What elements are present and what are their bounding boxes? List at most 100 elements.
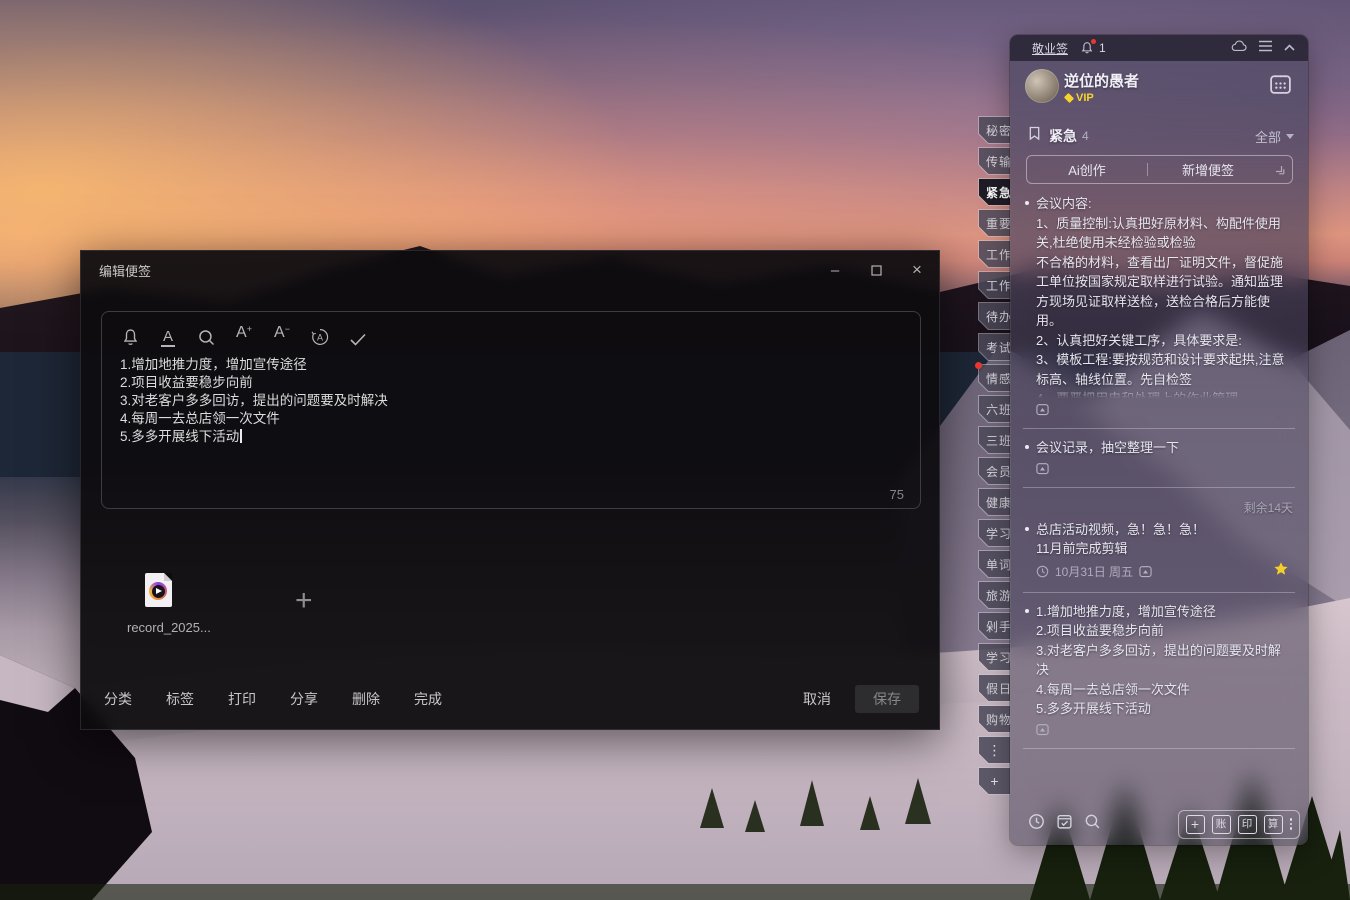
category-tab[interactable]: 学习 [978,519,1011,547]
note-item[interactable]: 剩余14天总店活动视频，急！急！急！11月前完成剪辑10月31日 周五 [1023,488,1295,590]
note-editor-line: 2.项目收益要稳步向前 [120,374,902,392]
print-button[interactable]: 打印 [228,689,256,709]
note-item[interactable]: 会议内容:1、质量控制:认真把好原材料、构配件使用关,杜绝使用未经检验或检验不合… [1023,185,1295,426]
note-text-line-clipped: 4、要严把用电和处理上的作业管理 [1036,389,1295,399]
reminder-bell-icon[interactable] [120,325,140,347]
note-item[interactable]: 会议记录，抽空整理一下 [1023,429,1295,485]
category-tab[interactable]: 三班 [978,426,1011,454]
cancel-button[interactable]: 取消 [803,689,831,709]
category-tab-more[interactable]: ⋮ [978,736,1011,764]
category-tab[interactable]: 考试 [978,333,1011,361]
collapse-icon[interactable] [1283,39,1296,57]
video-file-icon [145,573,172,607]
save-button[interactable]: 保存 [855,685,919,713]
category-tab[interactable]: 情感 [978,364,1011,392]
close-icon[interactable]: × [909,262,925,278]
category-tab-label: 工作 [986,246,1010,263]
note-bullet [1025,527,1029,531]
print-button[interactable]: 印 [1238,815,1257,834]
category-count: 4 [1082,129,1089,143]
new-note-button[interactable]: 新增便签 [1148,160,1268,179]
char-count: 75 [890,487,904,502]
username[interactable]: 逆位的愚者 [1064,70,1139,91]
note-due-date: 10月31日 周五 [1055,563,1133,580]
add-attachment-icon[interactable]: + [295,589,313,613]
note-editor-line: 1.增加地推力度，增加宣传途径 [120,356,902,374]
note-editor[interactable]: A A+ A− A 1.增加地推力度，增加宣传途径2.项目收益要稳步向前3.对老… [101,311,921,509]
category-tab[interactable]: 购物 [978,705,1011,733]
category-tab-label: 旅游 [986,587,1010,604]
todo-check-icon[interactable] [348,325,368,347]
quick-add-button[interactable]: + [1186,815,1205,834]
category-tab[interactable]: 紧急 [978,178,1011,206]
font-decrease-icon[interactable]: A− [272,325,292,347]
tags-button[interactable]: 标签 [166,689,194,709]
ai-create-button[interactable]: Ai创作 [1027,160,1147,179]
note-bullet [1025,445,1029,449]
new-note-shortcut-icon [1268,164,1292,176]
category-tab-strip: 秘密传输紧急重要工作工作待办考试情感六班三班会员健康学习单词旅游剁手学习假日购物… [978,116,1011,795]
note-text-line: 1、质量控制:认真把好原材料、构配件使用 [1036,214,1295,234]
more-tools-icon[interactable] [1290,818,1293,830]
category-tab[interactable]: 工作 [978,240,1011,268]
dialog-title: 编辑便签 [99,261,151,280]
bookmark-icon [1028,126,1041,146]
category-tab[interactable]: 健康 [978,488,1011,516]
category-tab[interactable]: 剁手 [978,612,1011,640]
complete-button[interactable]: 完成 [414,689,442,709]
search-icon[interactable] [1084,813,1101,835]
category-tab[interactable]: 秘密 [978,116,1011,144]
dialog-footer: 分类 标签 打印 分享 删除 完成 取消 保存 [104,685,919,713]
filter-dropdown[interactable]: 全部 [1255,127,1294,146]
category-tab[interactable]: 工作 [978,271,1011,299]
minimize-icon[interactable]: – [827,262,843,278]
category-tab-label: 情感 [986,370,1010,387]
edit-note-dialog: 编辑便签 – × A A+ A− A 1.增加地推 [80,250,940,730]
category-tab-label: ⋮ [988,742,1002,759]
category-tab[interactable]: 会员 [978,457,1011,485]
category-tab[interactable]: 假日 [978,674,1011,702]
notification-bell-icon[interactable] [1080,41,1094,55]
calculator-button[interactable]: 算 [1264,815,1283,834]
note-text-line: 总店活动视频，急！急！急！ [1036,520,1295,540]
note-text-line: 标高、轴线位置。先自检签 [1036,370,1295,390]
category-tab-label: 待办 [986,308,1010,325]
panel-titlebar: 敬业签 1 [1010,35,1308,61]
category-name: 紧急 [1049,126,1077,146]
font-underline-icon[interactable]: A [158,325,178,347]
menu-icon[interactable] [1258,39,1273,57]
star-icon[interactable] [1273,561,1289,577]
calendar-icon[interactable] [1268,71,1293,101]
note-text-line: 会议记录，抽空整理一下 [1036,438,1295,458]
time-manage-icon[interactable] [1028,813,1045,835]
note-star[interactable] [1273,561,1289,580]
delete-button[interactable]: 删除 [352,689,380,709]
category-tab[interactable]: 重要 [978,209,1011,237]
category-tab[interactable]: 单词 [978,550,1011,578]
category-tab[interactable]: 传输 [978,147,1011,175]
note-item[interactable]: 1.增加地推力度，增加宣传途径2.项目收益要稳步向前3.对老客户多多回访，提出的… [1023,593,1295,746]
sticky-notes-panel: 敬业签 1 逆位的愚者 VIP [1010,35,1308,845]
category-tab[interactable]: 六班 [978,395,1011,423]
category-tab[interactable]: 旅游 [978,581,1011,609]
maximize-icon[interactable] [868,262,884,278]
share-button[interactable]: 分享 [290,689,318,709]
text-recognition-icon[interactable]: A [310,325,330,347]
search-icon[interactable] [196,325,216,347]
note-editor-line: 4.每周一去总店领一次文件 [120,410,902,428]
cloud-sync-icon[interactable] [1230,39,1248,57]
app-title[interactable]: 敬业签 [1032,40,1068,57]
note-editor-content[interactable]: 1.增加地推力度，增加宣传途径2.项目收益要稳步向前3.对老客户多多回访，提出的… [120,356,902,446]
font-increase-icon[interactable]: A+ [234,325,254,347]
category-tab-add[interactable]: + [978,767,1011,795]
category-tab-label: 工作 [986,277,1010,294]
note-text-line: 3、模板工程:要按规范和设计要求起拱,注意 [1036,350,1295,370]
ledger-button[interactable]: 账 [1212,815,1231,834]
todo-list-icon[interactable] [1056,813,1073,835]
category-button[interactable]: 分类 [104,689,132,709]
category-tab[interactable]: 待办 [978,302,1011,330]
attachment-item[interactable]: record_2025... [127,573,237,635]
category-tab[interactable]: 学习 [978,643,1011,671]
avatar[interactable] [1025,69,1059,103]
note-divider [1023,748,1295,749]
